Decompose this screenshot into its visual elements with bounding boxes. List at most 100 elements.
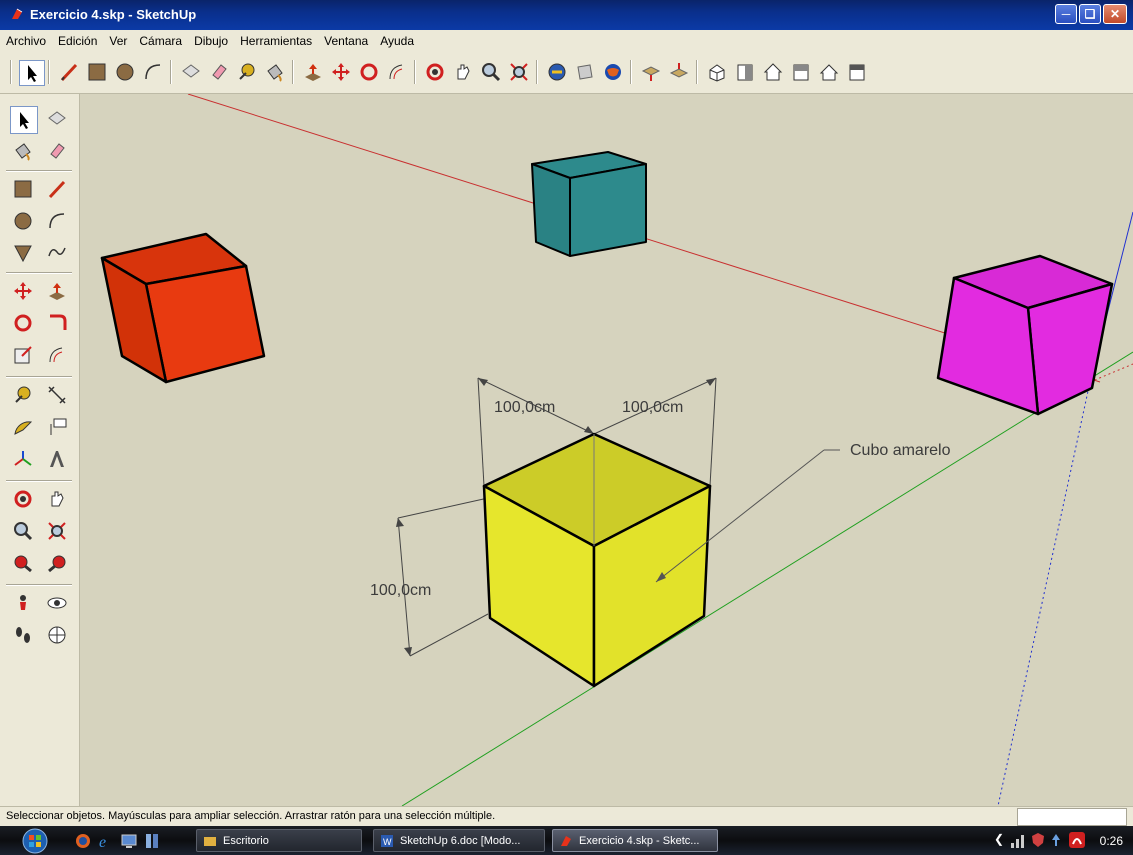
pan-tool-button[interactable]: [451, 60, 475, 84]
top-view-button[interactable]: [761, 60, 785, 84]
leader-text-label: Cubo amarelo: [850, 442, 951, 459]
left-view-button[interactable]: [845, 60, 869, 84]
close-button[interactable]: ✕: [1103, 4, 1127, 24]
circle-tool-button[interactable]: [113, 60, 137, 84]
download-component-button[interactable]: [667, 60, 691, 84]
sb-previous-view-button[interactable]: [10, 550, 36, 576]
offset-tool-button[interactable]: [385, 60, 409, 84]
dimension-label-left: 100,0cm: [370, 582, 431, 599]
get-models-button[interactable]: [545, 60, 569, 84]
sb-make-component-button[interactable]: [44, 106, 70, 132]
sb-zoom-button[interactable]: [10, 518, 36, 544]
sb-3d-text-button[interactable]: [44, 446, 70, 472]
dimension-left[interactable]: [396, 497, 489, 657]
upload-component-button[interactable]: [639, 60, 663, 84]
sb-circle-button[interactable]: [10, 208, 36, 234]
sb-move-button[interactable]: [10, 278, 36, 304]
antivirus-shield-icon[interactable]: [1030, 832, 1046, 848]
sb-freehand-button[interactable]: [44, 240, 70, 266]
firefox-icon[interactable]: [74, 832, 92, 850]
measurements-box[interactable]: [1017, 808, 1127, 826]
arc-tool-button[interactable]: [141, 60, 165, 84]
network-signal-icon[interactable]: [1010, 833, 1026, 849]
rectangle-tool-button[interactable]: [85, 60, 109, 84]
sb-orbit-button[interactable]: [10, 486, 36, 512]
google-earth-button[interactable]: [601, 60, 625, 84]
taskbar-button-sketchup[interactable]: Exercicio 4.skp - Sketc...: [552, 829, 718, 852]
push-pull-button[interactable]: [301, 60, 325, 84]
make-component-button[interactable]: [179, 60, 203, 84]
sb-zoom-extents-button[interactable]: [44, 518, 70, 544]
maximize-button[interactable]: ❏: [1079, 4, 1101, 24]
sb-line-button[interactable]: [44, 176, 70, 202]
sb-walk-button[interactable]: [10, 622, 36, 648]
right-view-button[interactable]: [789, 60, 813, 84]
sb-position-camera-button[interactable]: [10, 590, 36, 616]
sb-dimension-button[interactable]: [44, 382, 70, 408]
tray-expand-icon[interactable]: ❮: [994, 832, 1004, 846]
menu-herramientas[interactable]: Herramientas: [234, 34, 318, 48]
sb-section-plane-button[interactable]: [44, 622, 70, 648]
menu-ventana[interactable]: Ventana: [318, 34, 374, 48]
sb-scale-button[interactable]: [10, 342, 36, 368]
sb-push-pull-button[interactable]: [44, 278, 70, 304]
sb-next-view-button[interactable]: [44, 550, 70, 576]
sb-axes-button[interactable]: [10, 446, 36, 472]
menu-archivo[interactable]: Archivo: [0, 34, 52, 48]
menu-camara[interactable]: Cámara: [133, 34, 188, 48]
zoom-icon: [14, 522, 33, 541]
get-models-icon: [548, 63, 566, 81]
menu-edicion[interactable]: Edición: [52, 34, 103, 48]
sb-look-around-button[interactable]: [44, 590, 70, 616]
show-desktop-icon[interactable]: [120, 832, 138, 850]
status-bar: Seleccionar objetos. Mayúsculas para amp…: [0, 806, 1133, 826]
orange-cube[interactable]: [100, 232, 266, 384]
menu-ayuda[interactable]: Ayuda: [374, 34, 420, 48]
system-clock[interactable]: 0:26: [1100, 834, 1123, 848]
sb-offset-button[interactable]: [44, 342, 70, 368]
switch-windows-icon[interactable]: [143, 832, 161, 850]
zoom-tool-button[interactable]: [479, 60, 503, 84]
magenta-cube[interactable]: [936, 254, 1114, 416]
sb-rotate-button[interactable]: [10, 310, 36, 336]
text-label-icon: [50, 418, 67, 435]
sb-polygon-button[interactable]: [10, 240, 36, 266]
sb-tape-measure-button[interactable]: [10, 382, 36, 408]
eraser-tool-button[interactable]: [207, 60, 231, 84]
sb-follow-me-button[interactable]: [44, 310, 70, 336]
minimize-button[interactable]: ─: [1055, 4, 1077, 24]
sb-select-button[interactable]: [10, 106, 38, 134]
front-view-button[interactable]: [733, 60, 757, 84]
teal-cube[interactable]: [531, 151, 647, 257]
menu-ver[interactable]: Ver: [103, 34, 133, 48]
sb-protractor-button[interactable]: [10, 414, 36, 440]
safely-remove-hardware-icon[interactable]: [1048, 832, 1064, 848]
taskbar-button-escritorio[interactable]: Escritorio: [196, 829, 362, 852]
sb-arc-button[interactable]: [44, 208, 70, 234]
sb-rectangle-button[interactable]: [10, 176, 36, 202]
paint-bucket-button[interactable]: [263, 60, 287, 84]
sb-text-button[interactable]: [44, 414, 70, 440]
internet-explorer-icon[interactable]: e: [97, 832, 115, 850]
sb-eraser-button[interactable]: [44, 138, 70, 164]
iso-view-button[interactable]: [705, 60, 729, 84]
model-viewport[interactable]: 100,0cm 100,0cm 100,0cm Cubo amarelo: [80, 94, 1133, 806]
menu-dibujo[interactable]: Dibujo: [188, 34, 234, 48]
zoom-extents-button[interactable]: [507, 60, 531, 84]
orbit-tool-button[interactable]: [423, 60, 447, 84]
taskbar-button-word[interactable]: W SketchUp 6.doc [Modo...: [373, 829, 545, 852]
google-earth-icon: [605, 64, 621, 80]
share-model-button[interactable]: [573, 60, 597, 84]
tape-measure-button[interactable]: [235, 60, 259, 84]
move-tool-button[interactable]: [329, 60, 353, 84]
sb-pan-button[interactable]: [44, 486, 70, 512]
move-icon: [14, 282, 32, 300]
yellow-cube[interactable]: [482, 432, 712, 688]
line-tool-button[interactable]: [57, 60, 81, 84]
sb-paint-bucket-button[interactable]: [10, 138, 36, 164]
select-tool-button[interactable]: [19, 60, 45, 86]
start-button[interactable]: [14, 827, 56, 854]
back-view-button[interactable]: [817, 60, 841, 84]
acrobat-icon[interactable]: [1068, 831, 1086, 849]
rotate-tool-button[interactable]: [357, 60, 381, 84]
